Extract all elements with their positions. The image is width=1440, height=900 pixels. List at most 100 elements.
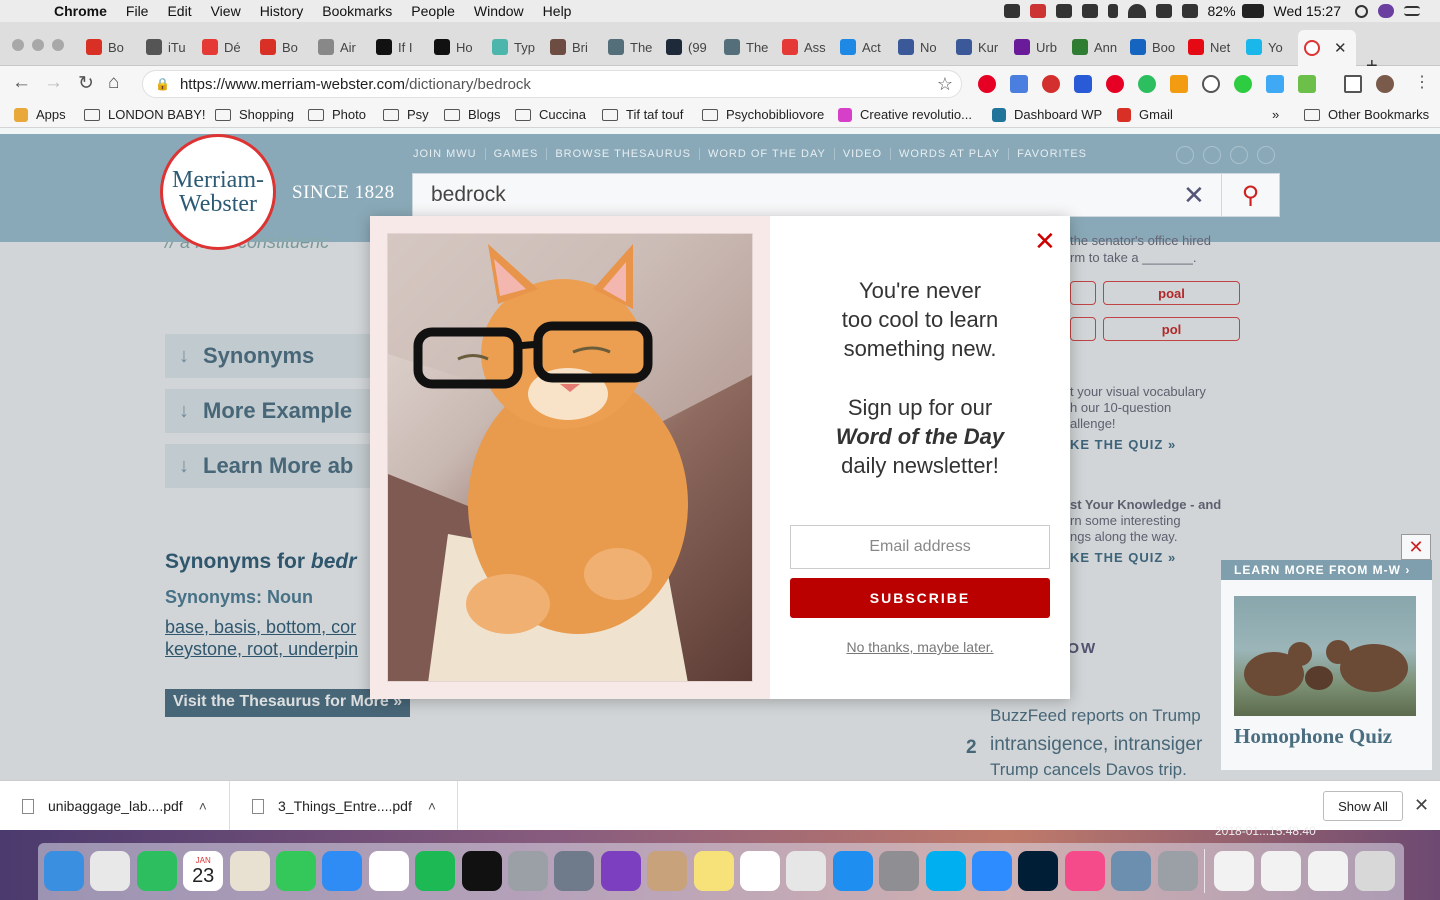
browser-tab[interactable]: No — [898, 36, 948, 58]
cast-icon[interactable] — [1344, 75, 1362, 93]
launchpad-icon[interactable] — [554, 851, 595, 891]
clear-search-icon[interactable]: ✕ — [1183, 180, 1205, 211]
translate-extension-icon[interactable] — [1010, 75, 1028, 93]
itunes-icon[interactable] — [1064, 851, 1105, 891]
airplay-icon[interactable] — [1181, 4, 1198, 18]
email-field[interactable]: Email address — [790, 525, 1050, 569]
zoom-window-button[interactable] — [52, 39, 64, 51]
browser-tab[interactable]: Dé — [202, 36, 252, 58]
finder-icon[interactable] — [44, 851, 84, 891]
screenshot-icon[interactable] — [508, 851, 548, 891]
clock-extension-icon[interactable] — [1202, 75, 1220, 93]
green-extension-icon[interactable] — [1298, 75, 1316, 93]
bookmark-item[interactable]: Apps — [14, 107, 66, 122]
reminders-icon[interactable] — [740, 851, 780, 891]
volume-icon[interactable] — [1155, 4, 1172, 18]
download-item-1[interactable]: unibaggage_lab....pdf ˄ — [0, 781, 230, 831]
creative-cloud-icon[interactable] — [1029, 4, 1046, 18]
menu-history[interactable]: History — [260, 3, 304, 19]
clock[interactable]: Wed 15:27 — [1274, 3, 1341, 19]
appstore-icon[interactable] — [832, 851, 873, 891]
twitter-icon[interactable] — [1203, 146, 1221, 164]
search-icon[interactable]: ⚲ — [1221, 174, 1279, 216]
browser-tab[interactable]: (99 — [666, 36, 716, 58]
vi-icon[interactable] — [229, 851, 270, 891]
gear-icon[interactable] — [1081, 4, 1098, 18]
feather-extension-icon[interactable] — [1266, 75, 1284, 93]
bookmark-item[interactable]: Psy — [383, 107, 429, 122]
wifi-icon[interactable] — [1127, 4, 1146, 18]
nav-browse-thesaurus[interactable]: BROWSE THESAURUS — [547, 148, 700, 160]
forward-arrow-icon[interactable]: → — [44, 72, 63, 94]
bookmarks-overflow-icon[interactable]: » — [1272, 107, 1279, 122]
bookmark-item[interactable]: Tif taf touf — [602, 107, 683, 122]
browser-tab[interactable]: Air — [318, 36, 368, 58]
doc-icon[interactable] — [1261, 851, 1301, 891]
menu-file[interactable]: File — [126, 3, 149, 19]
system-prefs-icon[interactable] — [879, 851, 920, 891]
menu-people[interactable]: People — [411, 3, 455, 19]
merriam-webster-logo[interactable]: Merriam- Webster — [160, 134, 276, 250]
download-item-2[interactable]: 3_Things_Entre....pdf ˄ — [230, 781, 458, 831]
doc-icon[interactable] — [1308, 851, 1348, 891]
evernote-icon[interactable] — [136, 851, 177, 891]
menu-chrome[interactable]: Chrome — [54, 3, 107, 19]
calendar-icon[interactable]: JAN 23 — [183, 851, 224, 891]
nav-video[interactable]: VIDEO — [835, 148, 892, 160]
browser-tab[interactable]: Boo — [1130, 36, 1180, 58]
bookmark-star-icon[interactable]: ☆ — [937, 74, 953, 95]
bookmark-item[interactable]: Dashboard WP — [992, 107, 1102, 122]
browser-tab[interactable]: Bo — [86, 36, 136, 58]
bookmark-item[interactable]: Shopping — [215, 107, 294, 122]
chrome-icon[interactable] — [90, 851, 131, 891]
bookmark-item[interactable]: Photo — [308, 107, 366, 122]
browser-tab[interactable]: The — [608, 36, 658, 58]
instagram-icon[interactable] — [1257, 146, 1275, 164]
bookmark-item[interactable]: Creative revolutio... — [838, 107, 972, 122]
youtube-icon[interactable] — [1230, 146, 1248, 164]
lock-icon[interactable]: 🔒 — [155, 77, 170, 91]
nav-join-mwu[interactable]: JOIN MWU — [413, 148, 486, 160]
browser-tab[interactable]: Kur — [956, 36, 1006, 58]
address-bar[interactable]: 🔒 https://www.merriam-webster.com/dictio… — [142, 70, 962, 98]
bears-image[interactable] — [1234, 596, 1416, 716]
nav-games[interactable]: GAMES — [486, 148, 548, 160]
home-icon[interactable]: ⌂ — [108, 72, 119, 94]
bookmark-item[interactable]: Blogs — [444, 107, 501, 122]
bookmark-item[interactable]: LONDON BABY! — [84, 107, 206, 122]
browser-tab[interactable]: If I — [376, 36, 426, 58]
close-download-shelf-icon[interactable]: ✕ — [1414, 795, 1429, 816]
bluetooth-icon[interactable] — [1107, 4, 1118, 18]
spotlight-search-icon[interactable] — [1355, 4, 1368, 18]
bookmark-item[interactable]: Gmail — [1117, 107, 1173, 122]
nav-word-of-the-day[interactable]: WORD OF THE DAY — [700, 148, 835, 160]
add-extension-icon[interactable] — [1234, 75, 1252, 93]
bookmark-item[interactable]: Psychobibliovore — [702, 107, 824, 122]
dictionary-search[interactable]: bedrock ✕ ⚲ — [412, 173, 1280, 217]
photo-viewer-icon[interactable] — [1111, 851, 1152, 891]
pages-icon[interactable] — [368, 851, 409, 891]
chrome-menu-icon[interactable]: ⋮ — [1414, 72, 1430, 92]
evernote-icon[interactable] — [1055, 4, 1072, 18]
browser-tab[interactable]: Bri — [550, 36, 600, 58]
nav-favorites[interactable]: FAVORITES — [1009, 148, 1095, 160]
whatsapp-icon[interactable] — [276, 851, 316, 891]
browser-tab[interactable]: Ho — [434, 36, 484, 58]
browser-tab[interactable]: Act — [840, 36, 890, 58]
search-input[interactable]: bedrock — [431, 183, 506, 207]
reload-icon[interactable]: ↻ — [78, 72, 94, 95]
modal-close-icon[interactable]: ✕ — [1034, 226, 1056, 257]
browser-tab[interactable]: Urb — [1014, 36, 1064, 58]
chevron-up-icon[interactable]: ˄ — [199, 798, 207, 814]
notification-center-icon[interactable] — [1404, 6, 1420, 16]
browser-tab[interactable]: Typ — [492, 36, 542, 58]
siri-icon[interactable] — [600, 851, 641, 891]
homophone-quiz-title[interactable]: Homophone Quiz — [1234, 724, 1392, 749]
menu-window[interactable]: Window — [474, 3, 524, 19]
menu-view[interactable]: View — [211, 3, 241, 19]
subscribe-button[interactable]: SUBSCRIBE — [790, 578, 1050, 618]
tab-active-merriam-webster[interactable]: ✕ — [1298, 30, 1356, 66]
desktop-file-label[interactable]: 2018-01...15.48.40 — [1215, 824, 1316, 838]
pinterest-extension-icon[interactable] — [978, 75, 996, 93]
browser-tab[interactable]: Ann — [1072, 36, 1122, 58]
